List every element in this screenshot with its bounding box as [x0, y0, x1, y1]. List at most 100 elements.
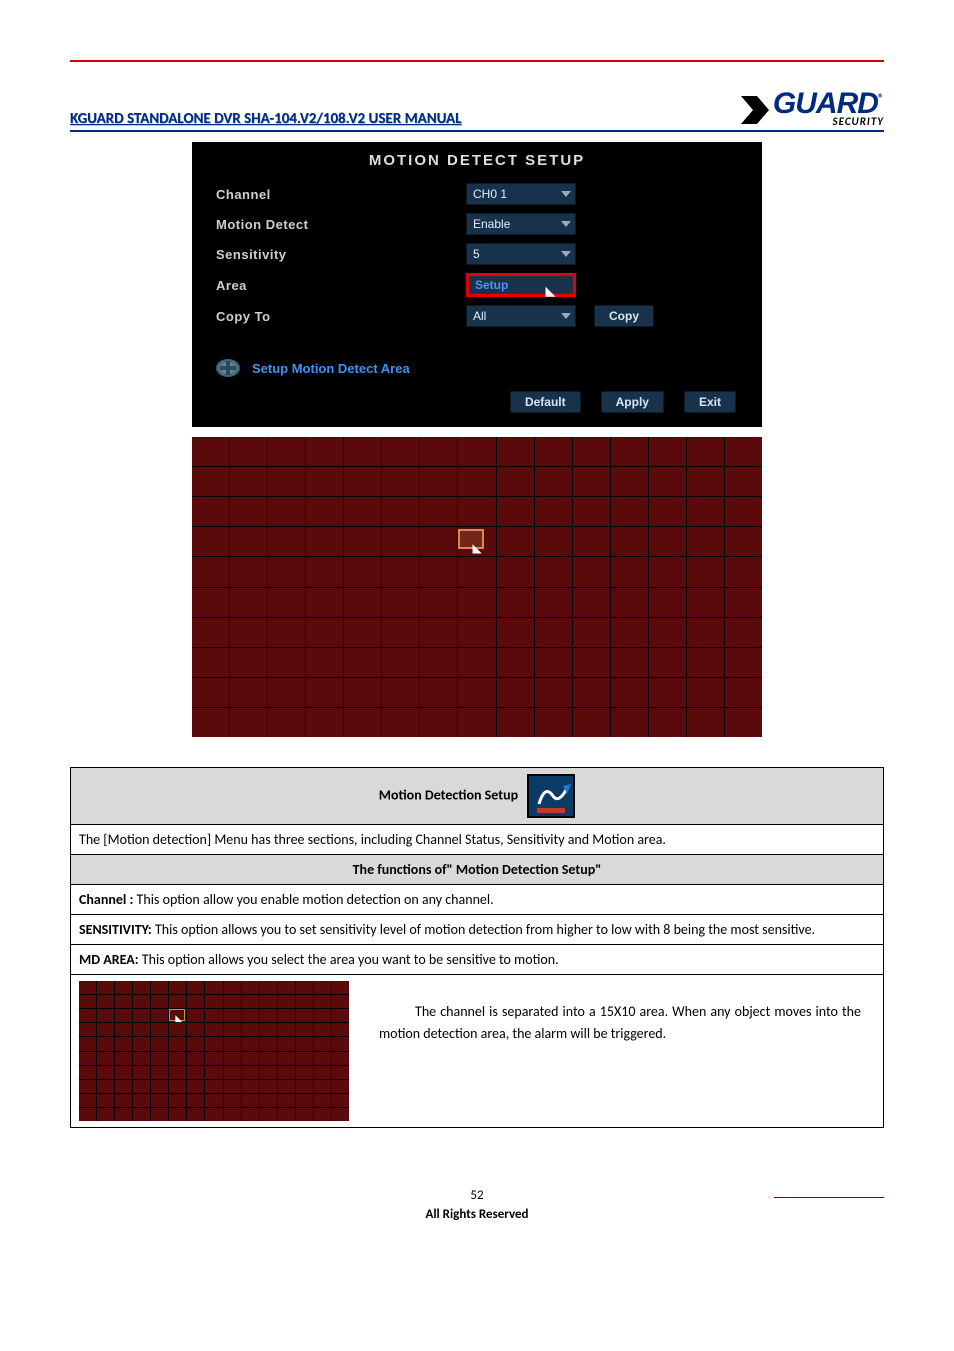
grid-cell[interactable] — [306, 678, 343, 707]
grid-cell[interactable] — [306, 708, 343, 737]
grid-cell[interactable] — [344, 708, 381, 737]
grid-cell[interactable] — [382, 437, 419, 466]
grid-cell[interactable] — [497, 467, 534, 496]
grid-cell[interactable] — [687, 648, 724, 677]
copy-to-select[interactable]: All — [466, 305, 576, 327]
grid-cell[interactable] — [649, 557, 686, 586]
grid-cell[interactable] — [268, 527, 305, 556]
grid-cell[interactable] — [420, 618, 457, 647]
grid-cell[interactable] — [344, 467, 381, 496]
grid-cell[interactable] — [497, 678, 534, 707]
grid-cell[interactable] — [649, 527, 686, 556]
grid-cell[interactable] — [649, 708, 686, 737]
grid-cell[interactable] — [230, 497, 267, 526]
grid-cell[interactable] — [230, 527, 267, 556]
grid-cell[interactable] — [535, 527, 572, 556]
grid-cell[interactable] — [611, 527, 648, 556]
grid-cell[interactable] — [268, 437, 305, 466]
motion-detect-select[interactable]: Enable — [466, 213, 576, 235]
grid-cell[interactable] — [535, 437, 572, 466]
grid-cell[interactable] — [306, 618, 343, 647]
grid-cell[interactable] — [344, 557, 381, 586]
grid-cell[interactable] — [230, 467, 267, 496]
grid-cell[interactable] — [344, 648, 381, 677]
grid-cell[interactable] — [573, 678, 610, 707]
grid-cell[interactable] — [573, 557, 610, 586]
grid-cell[interactable] — [725, 708, 762, 737]
grid-cell[interactable] — [344, 437, 381, 466]
grid-cell[interactable] — [382, 708, 419, 737]
grid-cell[interactable] — [306, 467, 343, 496]
grid-cell[interactable] — [192, 678, 229, 707]
grid-cell[interactable] — [725, 588, 762, 617]
grid-cell[interactable] — [420, 678, 457, 707]
grid-cell[interactable] — [573, 467, 610, 496]
grid-cell[interactable] — [420, 648, 457, 677]
grid-cell[interactable] — [344, 588, 381, 617]
channel-select[interactable]: CH0 1 — [466, 183, 576, 205]
grid-cell[interactable] — [382, 618, 419, 647]
grid-cell[interactable] — [573, 648, 610, 677]
grid-cell[interactable] — [420, 588, 457, 617]
grid-cell[interactable] — [649, 467, 686, 496]
grid-cell[interactable] — [344, 497, 381, 526]
grid-cell[interactable] — [497, 618, 534, 647]
grid-cell[interactable] — [230, 618, 267, 647]
grid-cell[interactable] — [573, 588, 610, 617]
grid-cell[interactable] — [725, 437, 762, 466]
grid-cell[interactable] — [535, 648, 572, 677]
grid-cell[interactable] — [268, 497, 305, 526]
grid-cell[interactable] — [382, 557, 419, 586]
grid-cell[interactable] — [725, 648, 762, 677]
grid-cell[interactable] — [268, 708, 305, 737]
grid-cell[interactable] — [458, 618, 495, 647]
grid-cell[interactable] — [687, 437, 724, 466]
grid-cell[interactable] — [687, 708, 724, 737]
grid-cell[interactable] — [535, 467, 572, 496]
grid-cell[interactable] — [649, 497, 686, 526]
grid-cell[interactable] — [687, 588, 724, 617]
grid-cell[interactable] — [420, 557, 457, 586]
grid-cell[interactable] — [306, 527, 343, 556]
grid-cell[interactable] — [687, 557, 724, 586]
copy-button[interactable]: Copy — [594, 305, 654, 327]
grid-cell[interactable] — [458, 678, 495, 707]
grid-cell[interactable] — [420, 467, 457, 496]
grid-cell[interactable] — [268, 618, 305, 647]
grid-cell[interactable] — [611, 648, 648, 677]
grid-cell[interactable] — [649, 588, 686, 617]
grid-cell[interactable] — [306, 437, 343, 466]
grid-cell[interactable] — [611, 437, 648, 466]
grid-cell[interactable] — [725, 497, 762, 526]
grid-cell[interactable] — [611, 467, 648, 496]
grid-cell[interactable] — [268, 467, 305, 496]
sensitivity-select[interactable]: 5 — [466, 243, 576, 265]
grid-cell[interactable] — [230, 708, 267, 737]
grid-cell[interactable] — [420, 437, 457, 466]
grid-cell[interactable] — [687, 527, 724, 556]
grid-cell[interactable] — [420, 708, 457, 737]
grid-cell[interactable] — [306, 648, 343, 677]
grid-cell[interactable] — [382, 648, 419, 677]
grid-cell[interactable] — [268, 588, 305, 617]
grid-cell[interactable] — [573, 618, 610, 647]
grid-cell[interactable] — [268, 678, 305, 707]
grid-cell[interactable] — [497, 648, 534, 677]
grid-cell[interactable] — [192, 527, 229, 556]
apply-button[interactable]: Apply — [601, 391, 664, 413]
exit-button[interactable]: Exit — [684, 391, 736, 413]
grid-cell[interactable] — [192, 557, 229, 586]
grid-cell[interactable] — [192, 437, 229, 466]
grid-cell[interactable] — [458, 708, 495, 737]
grid-cell[interactable] — [497, 437, 534, 466]
grid-cell[interactable] — [497, 557, 534, 586]
grid-cell[interactable] — [382, 467, 419, 496]
grid-cell[interactable] — [306, 557, 343, 586]
grid-cell[interactable] — [611, 557, 648, 586]
motion-area-grid-large[interactable]: ◣ — [192, 437, 762, 737]
grid-cell[interactable] — [611, 708, 648, 737]
grid-cell[interactable] — [420, 497, 457, 526]
grid-cell[interactable] — [573, 527, 610, 556]
grid-cell[interactable] — [611, 618, 648, 647]
grid-cell[interactable] — [306, 588, 343, 617]
